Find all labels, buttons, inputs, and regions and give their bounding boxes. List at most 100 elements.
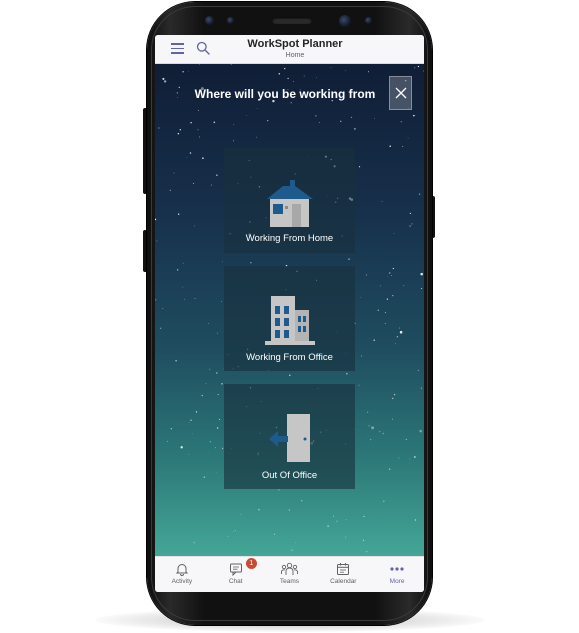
house-icon [266,180,313,227]
option-label: Working From Office [246,352,333,363]
star [392,295,394,297]
close-button[interactable] [389,76,412,110]
star [384,323,386,324]
star [291,549,293,551]
unread-badge: 1 [245,558,257,569]
star [221,261,223,263]
star [182,71,184,73]
star [373,339,375,341]
star [213,121,216,124]
star [363,515,365,518]
star [386,298,388,300]
star [315,115,317,117]
star [201,394,203,397]
star [209,441,211,443]
star [333,515,335,517]
star [361,355,362,357]
star [273,533,276,535]
earpiece-speaker [272,17,312,24]
star [348,258,350,260]
star [290,102,292,104]
tab-calendar[interactable]: Calendar [316,557,370,592]
hamburger-menu-icon[interactable] [171,43,184,54]
star [288,509,290,511]
teams-icon [281,562,298,575]
star [360,297,362,298]
star [402,145,404,148]
star [178,86,180,89]
star [389,145,391,147]
tab-label: Chat [228,578,243,585]
star [379,431,381,433]
star [411,223,413,225]
star [420,287,423,290]
bottom-tab-bar: Activity 1 Chat Teams Calendar More [155,556,424,592]
star [267,119,269,122]
office-building-icon [264,296,315,345]
star [233,140,234,142]
star [418,193,421,195]
star [162,77,165,80]
star [221,301,223,302]
star [197,110,199,112]
star [388,272,391,274]
chat-icon [229,563,242,576]
star [215,447,216,449]
device-mockup: WorkSpot Planner Home Where will you be … [0,0,579,633]
search-icon[interactable] [196,41,210,55]
star [377,309,380,312]
star [159,327,162,330]
star [420,272,423,276]
star [371,426,375,430]
star [227,536,229,537]
star [369,438,372,441]
star [176,97,178,99]
star [358,166,361,168]
option-working-from-home[interactable]: Working From Home [224,148,355,253]
star [163,80,167,83]
star [192,433,193,435]
star [350,116,353,119]
header-title-block: WorkSpot Planner Home [225,38,365,60]
star [208,323,210,324]
star [190,419,192,421]
star [233,124,235,126]
star [396,336,399,338]
star [256,108,258,109]
star [414,67,416,69]
iris-scanner [227,17,234,24]
option-working-from-office[interactable]: Working From Office [224,266,355,371]
more-icon [390,567,404,571]
star [156,240,158,242]
star [162,307,164,310]
star [391,418,393,420]
proximity-sensor [365,17,372,24]
star [173,172,175,174]
star [303,75,305,77]
tab-activity[interactable]: Activity [155,557,209,592]
star [293,80,294,82]
star [367,71,369,73]
star [392,267,394,270]
star [182,262,184,264]
star [182,286,184,288]
star [381,200,383,202]
star [202,157,204,159]
star [216,174,218,176]
tab-chat[interactable]: 1 Chat [209,557,263,592]
star [155,299,157,301]
star [230,64,232,65]
star [199,136,201,138]
star [188,453,190,455]
star [246,115,247,116]
star [217,332,218,334]
star [389,468,391,470]
star [399,330,403,334]
tab-more[interactable]: More [370,557,424,592]
tab-teams[interactable]: Teams [263,557,317,592]
star [188,422,190,423]
option-out-of-office[interactable]: Out Of Office [224,384,355,489]
star [409,458,410,460]
star [374,118,376,119]
star [190,122,192,124]
